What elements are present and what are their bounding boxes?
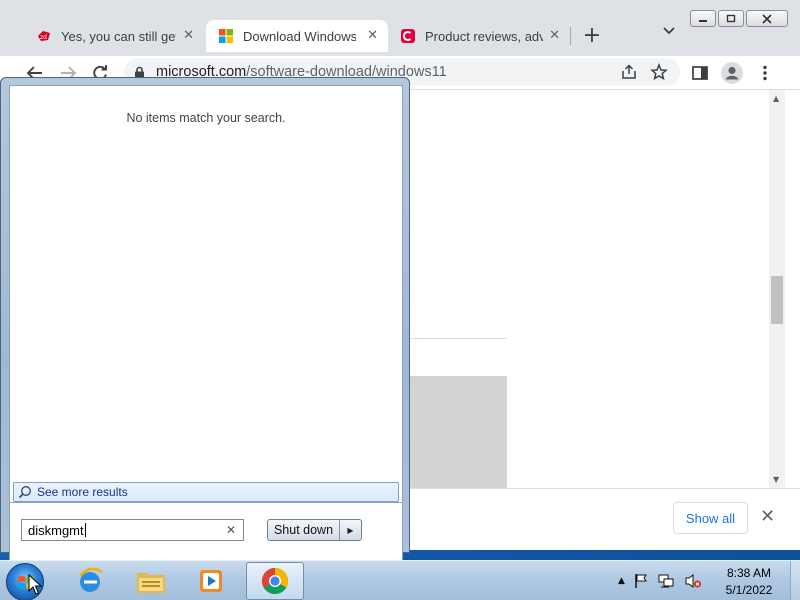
clock-date: 5/1/2022 [725, 583, 773, 597]
tab-cnet[interactable]: Product reviews, advice, how-tos and the… [388, 20, 570, 52]
kebab-menu-icon[interactable] [755, 63, 775, 83]
shutdown-button-group: Shut down ▶ [267, 519, 362, 541]
mouse-cursor-icon [28, 574, 42, 595]
tab-title: Download Windows 11 [243, 28, 356, 44]
show-desktop-button[interactable] [790, 561, 800, 600]
show-hidden-icons-arrow-icon[interactable]: ▲ [618, 576, 625, 586]
taskbar-windows-explorer[interactable] [122, 562, 180, 600]
tab-close-icon[interactable]: ✕ [367, 28, 378, 43]
share-icon[interactable] [620, 63, 638, 81]
taskbar-chrome[interactable] [246, 562, 304, 600]
action-center-flag-icon[interactable] [634, 573, 648, 589]
start-search-input[interactable]: diskmgmt ✕ [21, 519, 244, 541]
shutdown-button[interactable]: Shut down [268, 520, 340, 540]
minimize-icon [699, 19, 707, 22]
windows-explorer-icon [137, 573, 165, 593]
tab-close-icon[interactable]: ✕ [549, 28, 560, 43]
page-gray-block [410, 376, 507, 488]
taskbar: ▲ 8:38 AM 5/1/2022 [0, 560, 800, 600]
chrome-icon [261, 567, 289, 595]
search-results-pane: No items match your search. [9, 85, 403, 503]
bookmark-star-icon[interactable] [650, 63, 668, 81]
tab-download-windows-11[interactable]: Download Windows 11 ✕ [206, 20, 388, 52]
side-panel-icon[interactable] [690, 63, 710, 83]
search-input-value: diskmgmt [28, 523, 86, 538]
system-tray: ▲ [618, 573, 702, 589]
clock-time: 8:38 AM [726, 566, 772, 580]
network-icon[interactable] [657, 573, 675, 589]
volume-muted-icon[interactable] [684, 573, 702, 589]
tab-zdnet[interactable]: zd Yes, you can still get a free Windows… [24, 20, 204, 52]
tab-separator [570, 27, 571, 45]
tab-title: Product reviews, advice, how-tos and the… [425, 28, 543, 44]
tab-strip: zd Yes, you can still get a free Windows… [0, 0, 800, 56]
minimize-button[interactable] [690, 10, 716, 27]
cnet-favicon-icon [401, 29, 415, 43]
close-download-bar-icon[interactable]: ✕ [760, 507, 775, 527]
chevron-down-icon[interactable] [662, 26, 676, 36]
new-tab-button[interactable]: + [581, 23, 603, 49]
text-caret [84, 523, 86, 537]
search-icon [18, 486, 31, 499]
zdnet-favicon-icon: zd [38, 31, 50, 41]
taskbar-clock[interactable]: 8:38 AM 5/1/2022 [716, 565, 782, 599]
close-window-button[interactable] [746, 10, 788, 27]
clear-search-icon[interactable]: ✕ [226, 523, 236, 537]
scroll-up-arrow-icon[interactable]: ▲ [773, 94, 779, 103]
shutdown-options-arrow-icon[interactable]: ▶ [340, 520, 361, 540]
see-more-results-label: See more results [37, 485, 128, 499]
taskbar-media-player[interactable] [182, 562, 240, 600]
see-more-results-link[interactable]: See more results [13, 482, 399, 502]
tab-title: Yes, you can still get a free Windows 11… [61, 28, 176, 44]
window-controls [690, 10, 788, 27]
show-all-downloads-button[interactable]: Show all [673, 502, 748, 534]
start-menu: No items match your search. See more res… [0, 77, 410, 563]
scroll-thumb[interactable] [771, 276, 783, 324]
vertical-scrollbar[interactable]: ▲ ▼ [769, 90, 785, 488]
tab-close-icon[interactable]: ✕ [183, 28, 194, 43]
media-player-icon [200, 570, 222, 592]
svg-text:zd: zd [40, 34, 47, 41]
profile-avatar-icon[interactable] [721, 62, 743, 84]
no-results-message: No items match your search. [126, 111, 286, 125]
internet-explorer-icon [79, 567, 103, 592]
restore-button[interactable] [718, 10, 744, 27]
microsoft-logo-icon [219, 29, 233, 43]
page-divider [410, 338, 507, 339]
scroll-down-arrow-icon[interactable]: ▼ [773, 475, 779, 484]
restore-icon [726, 14, 736, 23]
taskbar-internet-explorer[interactable] [61, 562, 119, 600]
close-icon [762, 13, 772, 24]
